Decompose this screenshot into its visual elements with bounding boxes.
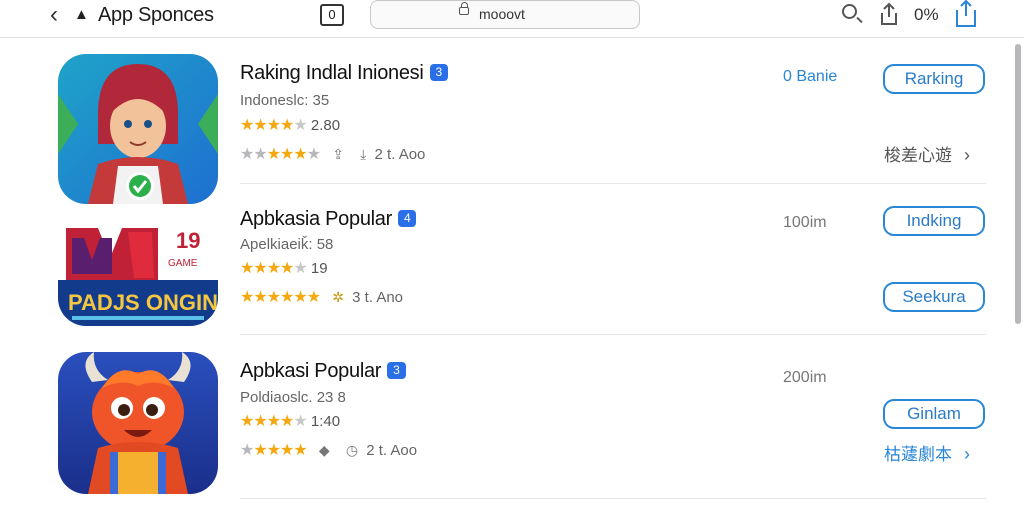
rating-line: ★★★★★ 2.80 xyxy=(240,115,340,135)
rank-badge: 3 xyxy=(429,64,448,81)
gear-icon: ✲ xyxy=(332,289,344,305)
chevron-right-icon: › xyxy=(964,444,970,464)
app-name[interactable]: Apbkasia Popular 4 xyxy=(240,208,417,231)
scrollbar[interactable] xyxy=(1015,44,1021,324)
address-text: mooovt xyxy=(479,6,525,22)
download-icon: ⤓ xyxy=(360,146,367,162)
seekura-button[interactable]: Seekura xyxy=(883,282,985,312)
share-sheet-icon[interactable] xyxy=(953,0,979,28)
divider xyxy=(240,183,986,184)
rating-line: ★★★★★ 1:40 xyxy=(240,411,340,431)
rank-badge: 3 xyxy=(387,362,406,379)
meta-text: 2 t. Aoo xyxy=(374,146,426,163)
rating-value: 19 xyxy=(310,260,328,277)
ranking-button[interactable]: Rarking xyxy=(883,64,985,94)
app-name[interactable]: Apbkasi Popular 3 xyxy=(240,360,406,383)
meta-line: ★★★★★ ◆ ◷ 2 t. Aoo xyxy=(240,442,418,459)
meta-text: 3 t. Ano xyxy=(352,289,404,306)
app-subtitle: Poldiaoslc. 23 8 xyxy=(240,389,346,406)
tab-count-button[interactable]: 0 xyxy=(320,4,344,26)
more-link[interactable]: 梭差心遊 › xyxy=(884,141,970,166)
app-icon-monster[interactable] xyxy=(58,352,218,494)
share-icon[interactable] xyxy=(878,2,900,26)
rating-line: ★★★★★ 19 xyxy=(240,258,328,278)
svg-text:GAME: GAME xyxy=(168,258,198,269)
right-label: 0 Banie xyxy=(783,68,838,85)
zoom-level: 0% xyxy=(914,5,939,24)
app-icon-hero[interactable] xyxy=(58,54,218,204)
clock-icon: ◷ xyxy=(345,442,359,458)
search-icon[interactable] xyxy=(842,4,857,19)
star-rating: ★★★★★ xyxy=(240,117,308,134)
rating-value: 2.80 xyxy=(310,117,341,134)
list-item[interactable]: 19 GAME PADJS ONGIN Apbkasia Popular 4 Ap… xyxy=(0,198,1000,348)
rank-badge: 4 xyxy=(397,210,417,227)
list-item[interactable]: Apbkasi Popular 3 Poldiaoslc. 23 8 ★★★★★ … xyxy=(0,344,1000,494)
app-icon-game[interactable]: 19 GAME PADJS ONGIN xyxy=(58,218,218,326)
right-label: 100im xyxy=(783,214,827,231)
chevron-right-icon: › xyxy=(964,145,970,165)
right-label: 200im xyxy=(783,369,827,386)
address-bar[interactable]: mooovt xyxy=(370,0,640,29)
app-title: App Sponces xyxy=(98,4,214,26)
meta-line: ★★★★★★ ⇪ ⤓ 2 t. Aoo xyxy=(240,146,426,163)
divider xyxy=(240,498,986,499)
star-rating: ★★★★★ xyxy=(240,260,308,277)
chevron-left-icon[interactable]: ‹ xyxy=(50,3,58,27)
indking-button[interactable]: Indking xyxy=(883,206,985,236)
svg-text:19: 19 xyxy=(176,228,200,253)
meta-line: ★★★★★★ ✲ 3 t. Ano xyxy=(240,289,404,306)
rating-value: 1:40 xyxy=(310,413,341,430)
tag-icon: ◆ xyxy=(318,442,330,458)
list-item[interactable]: Raking Indlal Inionesi 3 Indoneslc: 35 ★★… xyxy=(0,52,1000,204)
app-subtitle: Apelkiaeiǩ: 58 xyxy=(240,236,334,253)
browser-toolbar: ‹ ▲ App Sponces 0 mooovt 0% xyxy=(0,0,1024,38)
lock-icon xyxy=(459,2,469,15)
svg-text:PADJS ONGIN: PADJS ONGIN xyxy=(68,290,218,315)
app-store-icon: ▲ xyxy=(74,6,89,23)
app-name[interactable]: Raking Indlal Inionesi 3 xyxy=(240,62,448,85)
divider xyxy=(240,334,986,335)
more-link[interactable]: 枯蘧劇本 › xyxy=(884,440,970,465)
star-rating: ★★★★★ xyxy=(240,413,308,430)
ginlam-button[interactable]: Ginlam xyxy=(883,399,985,429)
app-subtitle: Indoneslc: 35 xyxy=(240,92,330,109)
meta-text: 2 t. Aoo xyxy=(366,442,418,459)
share-small-icon: ⇪ xyxy=(332,146,344,162)
